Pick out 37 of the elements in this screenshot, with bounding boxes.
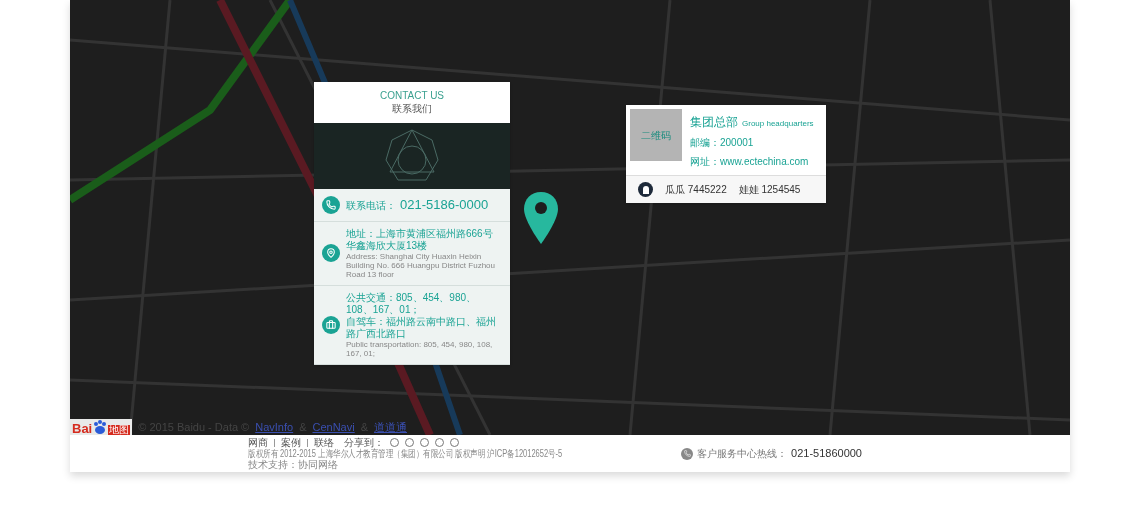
qq-icon — [638, 182, 653, 197]
contact-title-en: CONTACT US — [379, 90, 445, 103]
hotline-label: 客户服务中心热线： — [697, 447, 788, 461]
hq-title: 集团总部 — [690, 114, 738, 131]
separator-text: & — [360, 419, 369, 435]
qq-contact: 瓜瓜 7445222 — [665, 183, 727, 197]
contact-title: 联系我们 — [392, 102, 432, 115]
field-value: www.ectechina.com — [720, 155, 809, 169]
share-label: 分享到： — [344, 437, 384, 448]
paw-icon — [92, 419, 109, 435]
transit-english: Public transportation: 805, 454, 980, 108, 167, 01; — [346, 339, 494, 358]
qr-label: 二维码 — [641, 128, 671, 143]
map-pin-icon — [322, 244, 340, 262]
transit-text: 自驾车：福州路云南中路口、福州路广西北路口 — [346, 315, 497, 340]
polygon-drawing — [384, 128, 440, 184]
transit-text: 公共交通：805、454、980、108、167、01； — [346, 291, 478, 316]
copyright-text: 版权所有 2012-2015 上海华尔人才教育管理（集团）有限公司 版权声明 沪ICP备12012652号-5 — [248, 448, 563, 459]
map-pin-icon — [524, 192, 558, 244]
footer-link[interactable]: 案例 — [281, 437, 301, 448]
address-english: Address: Shanghai City Huaxin Heixin Building No. 666 Huangpu District Fuzhou Road 13 floor — [346, 251, 496, 279]
hq-title-english: Group headquarters — [742, 118, 814, 130]
support-text: 技术支持：协同网络 — [248, 459, 339, 470]
field-label: 网址： — [690, 155, 720, 169]
phone-label: 联系电话： — [346, 199, 396, 213]
footer-link[interactable]: 网商 — [248, 437, 268, 448]
phone-number: 021-5186-0000 — [400, 196, 489, 214]
phone-icon — [322, 195, 340, 214]
phone-icon — [681, 447, 694, 460]
field-value: 200001 — [720, 136, 754, 150]
qq-contact: 娃娃 1254545 — [738, 183, 801, 197]
footer-link[interactable]: 联络 — [314, 437, 334, 448]
briefcase-icon — [322, 315, 340, 334]
address-text: 地址：上海市黄浦区福州路666号华鑫海欣大厦13楼 — [346, 227, 494, 252]
map-logo: Bai 地图 — [70, 419, 133, 435]
hotline-number: 021-51860000 — [791, 446, 862, 462]
field-label: 邮编： — [690, 136, 720, 150]
separator-text: & — [299, 419, 307, 435]
